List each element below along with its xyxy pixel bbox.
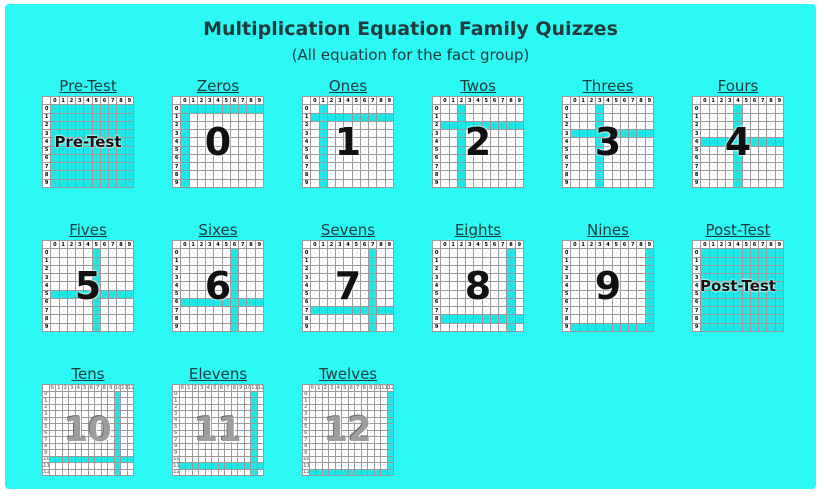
page-title: Multiplication Equation Family Quizzes <box>203 18 618 40</box>
page-subtitle: (All equation for the fact group) <box>291 46 530 64</box>
quiz-tile-twelves[interactable]: Twelves01234567891011120·············1··… <box>302 365 394 476</box>
quiz-tile-zeros[interactable]: Zeros 0 1 2 3 4 5 6 7 8 9 0 · · · · · · · · · · 1 · · · · · · · · · · 2 · ·… <box>171 77 265 189</box>
fours-table-thumbnail[interactable]: 0 1 2 3 4 5 6 7 8 9 0 · · · · · · · · · · 1 · · · · · · · · · · 2 · · · · · · ·… <box>691 95 785 189</box>
quiz-tile-threes[interactable]: Threes 0 1 2 3 4 5 6 7 8 9 0 · · · · · · · · · · 1 · · · · · · · · · · 2 ·… <box>561 77 655 189</box>
quiz-link-fours[interactable]: Fours <box>692 77 784 95</box>
quiz-link-sixes[interactable]: Sixes <box>172 221 264 239</box>
quiz-link-elevens[interactable]: Elevens <box>172 365 264 383</box>
quiz-link-fives[interactable]: Fives <box>42 221 134 239</box>
quiz-tile-sevens[interactable]: Sevens 0 1 2 3 4 5 6 7 8 9 0 · · · · · · · · · · 1 · · · · · · · · · · 2 ·… <box>301 221 395 333</box>
quiz-tile-fives[interactable]: Fives 0 1 2 3 4 5 6 7 8 9 0 · · · · · · · · · · 1 · · · · · · · · · · 2 · ·… <box>41 221 135 333</box>
quiz-tile-post-test[interactable]: Post-Test 0 1 2 3 4 5 6 7 8 9 0 · · · · · · · · · · 1 · · · · · · · · ·… <box>691 221 785 333</box>
twos-table-thumbnail[interactable]: 0 1 2 3 4 5 6 7 8 9 0 · · · · · · · · · · 1 · · · · · · · · · · 2 · · · · · · ·… <box>431 95 525 189</box>
quiz-link-eights[interactable]: Eights <box>432 221 524 239</box>
quiz-link-sevens[interactable]: Sevens <box>302 221 394 239</box>
post-test-table-thumbnail[interactable]: 0 1 2 3 4 5 6 7 8 9 0 · · · · · · · · · · 1 · · · · · · · · · · 2 · · · · · · ·… <box>691 239 785 333</box>
quiz-tile-twos[interactable]: Twos 0 1 2 3 4 5 6 7 8 9 0 · · · · · · · · · · 1 · · · · · · · · · · 2 · · ·… <box>431 77 525 189</box>
quiz-link-pre-test[interactable]: Pre-Test <box>42 77 134 95</box>
elevens-table-thumbnail[interactable]: 01234567891011120·············1·········… <box>172 384 264 476</box>
quiz-tile-ones[interactable]: Ones 0 1 2 3 4 5 6 7 8 9 0 · · · · · · · · · · 1 · · · · · · · · · · 2 · · ·… <box>301 77 395 189</box>
quiz-tile-sixes[interactable]: Sixes 0 1 2 3 4 5 6 7 8 9 0 · · · · · · · · · · 1 · · · · · · · · · · 2 · ·… <box>171 221 265 333</box>
quiz-link-nines[interactable]: Nines <box>562 221 654 239</box>
quiz-tile-pre-test[interactable]: Pre-Test 0 1 2 3 4 5 6 7 8 9 0 · · · · · · · · · · 1 · · · · · · · · · ·… <box>41 77 135 189</box>
quiz-link-zeros[interactable]: Zeros <box>172 77 264 95</box>
pre-test-table-thumbnail[interactable]: 0 1 2 3 4 5 6 7 8 9 0 · · · · · · · · · · 1 · · · · · · · · · · 2 · · · · · · ·… <box>41 95 135 189</box>
quiz-link-twelves[interactable]: Twelves <box>302 365 394 383</box>
quiz-link-threes[interactable]: Threes <box>562 77 654 95</box>
quiz-link-ones[interactable]: Ones <box>302 77 394 95</box>
twelves-table-thumbnail[interactable]: 01234567891011120·············1·········… <box>302 384 394 476</box>
quiz-tile-eights[interactable]: Eights 0 1 2 3 4 5 6 7 8 9 0 · · · · · · · · · · 1 · · · · · · · · · · 2 ·… <box>431 221 525 333</box>
sixes-table-thumbnail[interactable]: 0 1 2 3 4 5 6 7 8 9 0 · · · · · · · · · · 1 · · · · · · · · · · 2 · · · · · · ·… <box>171 239 265 333</box>
quiz-link-post-test[interactable]: Post-Test <box>692 221 784 239</box>
eights-table-thumbnail[interactable]: 0 1 2 3 4 5 6 7 8 9 0 · · · · · · · · · · 1 · · · · · · · · · · 2 · · · · · · ·… <box>431 239 525 333</box>
zeros-table-thumbnail[interactable]: 0 1 2 3 4 5 6 7 8 9 0 · · · · · · · · · · 1 · · · · · · · · · · 2 · · · · · · ·… <box>171 95 265 189</box>
quiz-tile-elevens[interactable]: Elevens01234567891011120·············1··… <box>172 365 264 476</box>
fives-table-thumbnail[interactable]: 0 1 2 3 4 5 6 7 8 9 0 · · · · · · · · · · 1 · · · · · · · · · · 2 · · · · · · ·… <box>41 239 135 333</box>
tens-table-thumbnail[interactable]: 01234567891011120·············1·········… <box>42 384 134 476</box>
ones-table-thumbnail[interactable]: 0 1 2 3 4 5 6 7 8 9 0 · · · · · · · · · · 1 · · · · · · · · · · 2 · · · · · · ·… <box>301 95 395 189</box>
quiz-link-tens[interactable]: Tens <box>42 365 134 383</box>
sevens-table-thumbnail[interactable]: 0 1 2 3 4 5 6 7 8 9 0 · · · · · · · · · · 1 · · · · · · · · · · 2 · · · · · · ·… <box>301 239 395 333</box>
quiz-tile-tens[interactable]: Tens01234567891011120·············1·····… <box>42 365 134 476</box>
quiz-link-twos[interactable]: Twos <box>432 77 524 95</box>
threes-table-thumbnail[interactable]: 0 1 2 3 4 5 6 7 8 9 0 · · · · · · · · · · 1 · · · · · · · · · · 2 · · · · · · ·… <box>561 95 655 189</box>
nines-table-thumbnail[interactable]: 0 1 2 3 4 5 6 7 8 9 0 · · · · · · · · · · 1 · · · · · · · · · · 2 · · · · · · ·… <box>561 239 655 333</box>
quiz-tile-fours[interactable]: Fours 0 1 2 3 4 5 6 7 8 9 0 · · · · · · · · · · 1 · · · · · · · · · · 2 · ·… <box>691 77 785 189</box>
quiz-tile-nines[interactable]: Nines 0 1 2 3 4 5 6 7 8 9 0 · · · · · · · · · · 1 · · · · · · · · · · 2 · ·… <box>561 221 655 333</box>
quiz-panel: Multiplication Equation Family Quizzes (… <box>5 4 816 489</box>
